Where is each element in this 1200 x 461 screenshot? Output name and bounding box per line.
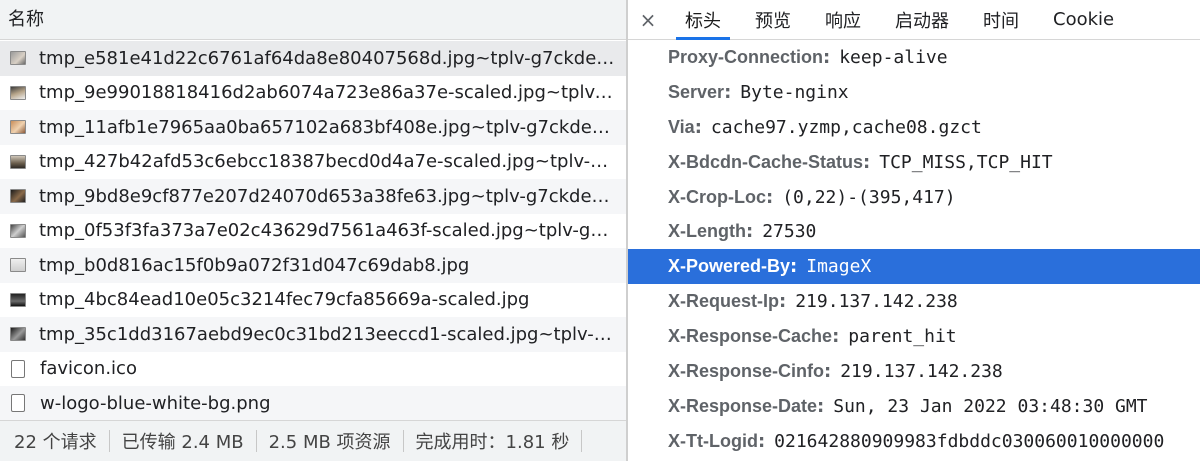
header-row[interactable]: X-Length: 27530 [628, 214, 1200, 249]
request-name: w-logo-blue-white-bg.png [40, 392, 271, 414]
header-name: X-Response-Cache [668, 326, 833, 347]
request-name: tmp_b0d816ac15f0b9a072f31d047c69dab8.jpg [39, 254, 470, 276]
request-name: tmp_9bd8e9cf877e207d24070d653a38fe63.jpg… [39, 185, 619, 207]
tab-timing[interactable]: 时间 [966, 0, 1036, 39]
header-name: X-Response-Date [668, 395, 818, 416]
header-value: parent_hit [848, 326, 957, 348]
header-value: ImageX [806, 256, 872, 278]
request-row[interactable]: tmp_11afb1e7965aa0ba657102a683bf408e.jpg… [0, 110, 626, 145]
header-value: keep-alive [839, 46, 948, 68]
header-row[interactable]: X-Response-Date: Sun, 23 Jan 2022 03:48:… [628, 389, 1200, 424]
file-icon [11, 359, 25, 378]
tab-label: 时间 [983, 10, 1019, 32]
transferred-size: 已传输 2.4 MB [121, 432, 244, 453]
request-row[interactable]: tmp_0f53f3fa373a7e02c43629d7561a463f-sca… [0, 214, 626, 249]
header-value: 27530 [762, 221, 817, 243]
resources-size: 2.5 MB 项资源 [268, 432, 391, 453]
request-row[interactable]: w-logo-blue-white-bg.png [0, 386, 626, 421]
header-name: X-Bdcdn-Cache-Status [668, 151, 864, 172]
request-name: tmp_427b42afd53c6ebcc18387becd0d4a7e-sca… [39, 151, 619, 173]
header-name: Via [668, 116, 695, 137]
image-thumbnail-icon [10, 51, 26, 66]
request-row[interactable]: tmp_4bc84ead10e05c3214fec79cfa85669a-sca… [0, 283, 626, 318]
request-row[interactable]: tmp_35c1dd3167aebd9ec0c31bd213eeccd1-sca… [0, 317, 626, 352]
header-name: X-Length [668, 221, 746, 242]
header-row[interactable]: Proxy-Connection: keep-alive [628, 40, 1200, 75]
tab-label: 标头 [685, 10, 721, 32]
header-row[interactable]: Via: cache97.yzmp,cache08.gzct [628, 110, 1200, 145]
file-icon [11, 394, 25, 413]
header-name: X-Response-Cinfo [668, 360, 825, 381]
response-headers-list: Proxy-Connection: keep-alive Server: Byt… [628, 40, 1200, 459]
request-row[interactable]: tmp_b0d816ac15f0b9a072f31d047c69dab8.jpg [0, 248, 626, 283]
image-thumbnail-icon [10, 120, 26, 135]
tab-label: 预览 [755, 10, 791, 32]
header-value: 219.137.142.238 [795, 291, 958, 313]
tab-initiator[interactable]: 启动器 [878, 0, 966, 39]
header-value: TCP_MISS,TCP_HIT [879, 151, 1053, 173]
image-thumbnail-icon [10, 154, 26, 169]
header-row[interactable]: Server: Byte-nginx [628, 75, 1200, 110]
image-thumbnail-icon [10, 258, 26, 273]
header-value: 219.137.142.238 [840, 360, 1003, 382]
request-name: tmp_0f53f3fa373a7e02c43629d7561a463f-sca… [39, 220, 619, 242]
request-detail-pane: × 标头 预览 响应 启动器 时间 Cookie Proxy-Connectio… [628, 0, 1200, 461]
request-row[interactable]: tmp_9bd8e9cf877e207d24070d653a38fe63.jpg… [0, 179, 626, 214]
request-count: 22 个请求 [14, 432, 97, 453]
request-list-pane: 名称 tmp_e581e41d22c6761af64da8e80407568d.… [0, 0, 626, 461]
header-name: Server [668, 81, 725, 102]
status-separator [581, 430, 583, 452]
tab-label: Cookie [1053, 9, 1115, 30]
finish-time: 完成用时：1.81 秒 [415, 432, 570, 453]
request-name: favicon.ico [40, 358, 137, 380]
header-value: Sun, 23 Jan 2022 03:48:30 GMT [833, 395, 1148, 417]
image-thumbnail-icon [10, 223, 26, 238]
header-name: X-Crop-Loc [668, 186, 766, 207]
tab-label: 响应 [825, 10, 861, 32]
image-thumbnail-icon [10, 189, 26, 204]
header-value: 021642880909983fdbddc030060010000000 [774, 430, 1165, 452]
header-row[interactable]: X-Request-Ip: 219.137.142.238 [628, 284, 1200, 319]
image-thumbnail-icon [10, 292, 26, 307]
request-row[interactable]: tmp_e581e41d22c6761af64da8e80407568d.jpg… [0, 41, 626, 76]
header-row[interactable]: X-Bdcdn-Cache-Status: TCP_MISS,TCP_HIT [628, 145, 1200, 180]
header-value: (0,22)-(395,417) [782, 186, 956, 208]
header-name: Proxy-Connection [668, 46, 824, 67]
request-name: tmp_4bc84ead10e05c3214fec79cfa85669a-sca… [39, 289, 530, 311]
header-row[interactable]: X-Crop-Loc: (0,22)-(395,417) [628, 180, 1200, 215]
request-name: tmp_11afb1e7965aa0ba657102a683bf408e.jpg… [39, 116, 619, 138]
request-row[interactable]: tmp_427b42afd53c6ebcc18387becd0d4a7e-sca… [0, 145, 626, 180]
tab-response[interactable]: 响应 [808, 0, 878, 39]
request-row[interactable]: tmp_9e99018818416d2ab6074a723e86a37e-sca… [0, 76, 626, 111]
image-thumbnail-icon [10, 327, 26, 342]
network-summary-bar: 22 个请求 已传输 2.4 MB 2.5 MB 项资源 完成用时：1.81 秒 [0, 420, 626, 461]
header-value: Byte-nginx [740, 81, 849, 103]
name-column-header[interactable]: 名称 [0, 0, 626, 40]
tab-preview[interactable]: 预览 [738, 0, 808, 39]
name-column-title: 名称 [8, 9, 44, 30]
image-thumbnail-icon [10, 85, 26, 100]
header-row[interactable]: X-Response-Cache: parent_hit [628, 319, 1200, 354]
header-value: cache97.yzmp,cache08.gzct [710, 116, 982, 138]
tab-cookies[interactable]: Cookie [1036, 0, 1131, 39]
header-row[interactable]: X-Tt-Logid: 021642880909983fdbddc0300600… [628, 424, 1200, 459]
header-row-selected[interactable]: X-Powered-By: ImageX [628, 249, 1200, 285]
tab-label: 启动器 [895, 10, 949, 32]
tab-headers[interactable]: 标头 [668, 0, 738, 40]
header-name: X-Powered-By [668, 256, 791, 277]
request-rows: tmp_e581e41d22c6761af64da8e80407568d.jpg… [0, 41, 626, 421]
request-name: tmp_9e99018818416d2ab6074a723e86a37e-sca… [39, 82, 619, 104]
request-name: tmp_e581e41d22c6761af64da8e80407568d.jpg… [39, 47, 619, 69]
close-icon[interactable]: × [628, 0, 668, 39]
request-name: tmp_35c1dd3167aebd9ec0c31bd213eeccd1-sca… [39, 323, 619, 345]
request-row[interactable]: favicon.ico [0, 352, 626, 387]
header-name: X-Request-Ip [668, 291, 780, 312]
header-row[interactable]: X-Response-Cinfo: 219.137.142.238 [628, 354, 1200, 389]
detail-tab-bar: × 标头 预览 响应 启动器 时间 Cookie [628, 0, 1200, 40]
header-name: X-Tt-Logid [668, 430, 758, 451]
devtools-network-panel: 名称 tmp_e581e41d22c6761af64da8e80407568d.… [0, 0, 1200, 461]
